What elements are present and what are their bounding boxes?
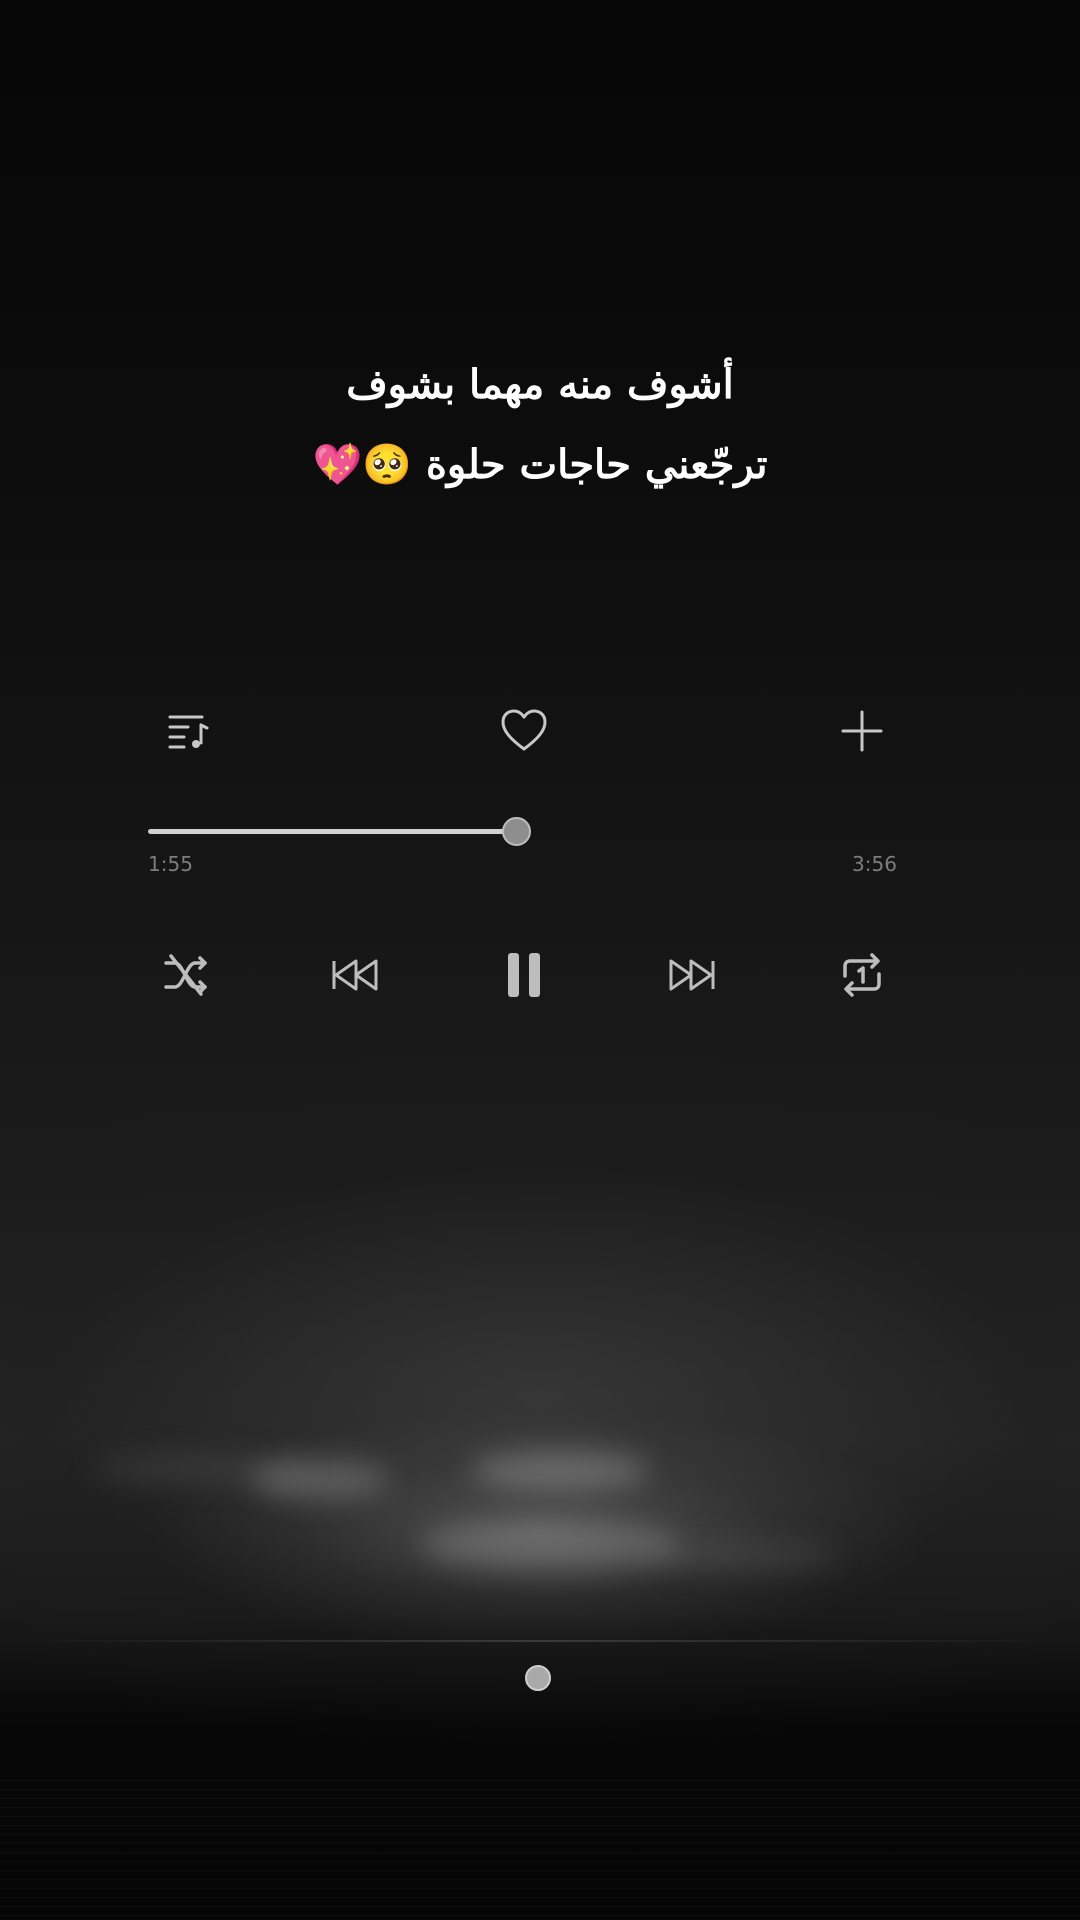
music-player-screen: أشوف منه مهما بشوف ترجّعني حاجات حلوة 🥺💖 bbox=[0, 0, 1080, 1920]
next-button[interactable] bbox=[652, 935, 732, 1015]
lyric-line-2: ترجّعني حاجات حلوة 🥺💖 bbox=[312, 441, 768, 488]
lyrics: أشوف منه مهما بشوف ترجّعني حاجات حلوة 🥺💖 bbox=[0, 345, 1080, 505]
cloud bbox=[420, 1520, 680, 1570]
progress-bar-remaining[interactable] bbox=[516, 829, 900, 834]
cloud bbox=[640, 1540, 840, 1570]
previous-button[interactable] bbox=[315, 935, 395, 1015]
cloud bbox=[250, 1460, 390, 1500]
pause-button[interactable] bbox=[484, 935, 564, 1015]
like-button[interactable] bbox=[484, 691, 564, 771]
shuffle-icon bbox=[164, 954, 207, 996]
total-time: 3:56 bbox=[852, 852, 897, 876]
previous-icon bbox=[332, 959, 378, 991]
cloud bbox=[470, 1450, 650, 1490]
page-indicator-dot bbox=[525, 1665, 551, 1691]
add-button[interactable] bbox=[822, 691, 902, 771]
plus-icon bbox=[841, 710, 883, 752]
horizon bbox=[0, 1640, 1080, 1642]
elapsed-time: 1:55 bbox=[148, 852, 193, 876]
repeat-button[interactable] bbox=[822, 935, 902, 1015]
water bbox=[0, 1780, 1080, 1920]
pause-icon bbox=[508, 953, 540, 997]
next-icon bbox=[669, 959, 715, 991]
shuffle-button[interactable] bbox=[146, 935, 226, 1015]
progress-handle[interactable] bbox=[502, 817, 531, 846]
repeat-one-icon bbox=[843, 953, 881, 997]
progress-bar-played[interactable] bbox=[148, 829, 516, 834]
heart-icon bbox=[501, 709, 547, 751]
queue-icon bbox=[168, 715, 209, 749]
queue-button[interactable] bbox=[148, 691, 228, 771]
lyric-line-1: أشوف منه مهما بشوف bbox=[346, 361, 734, 408]
